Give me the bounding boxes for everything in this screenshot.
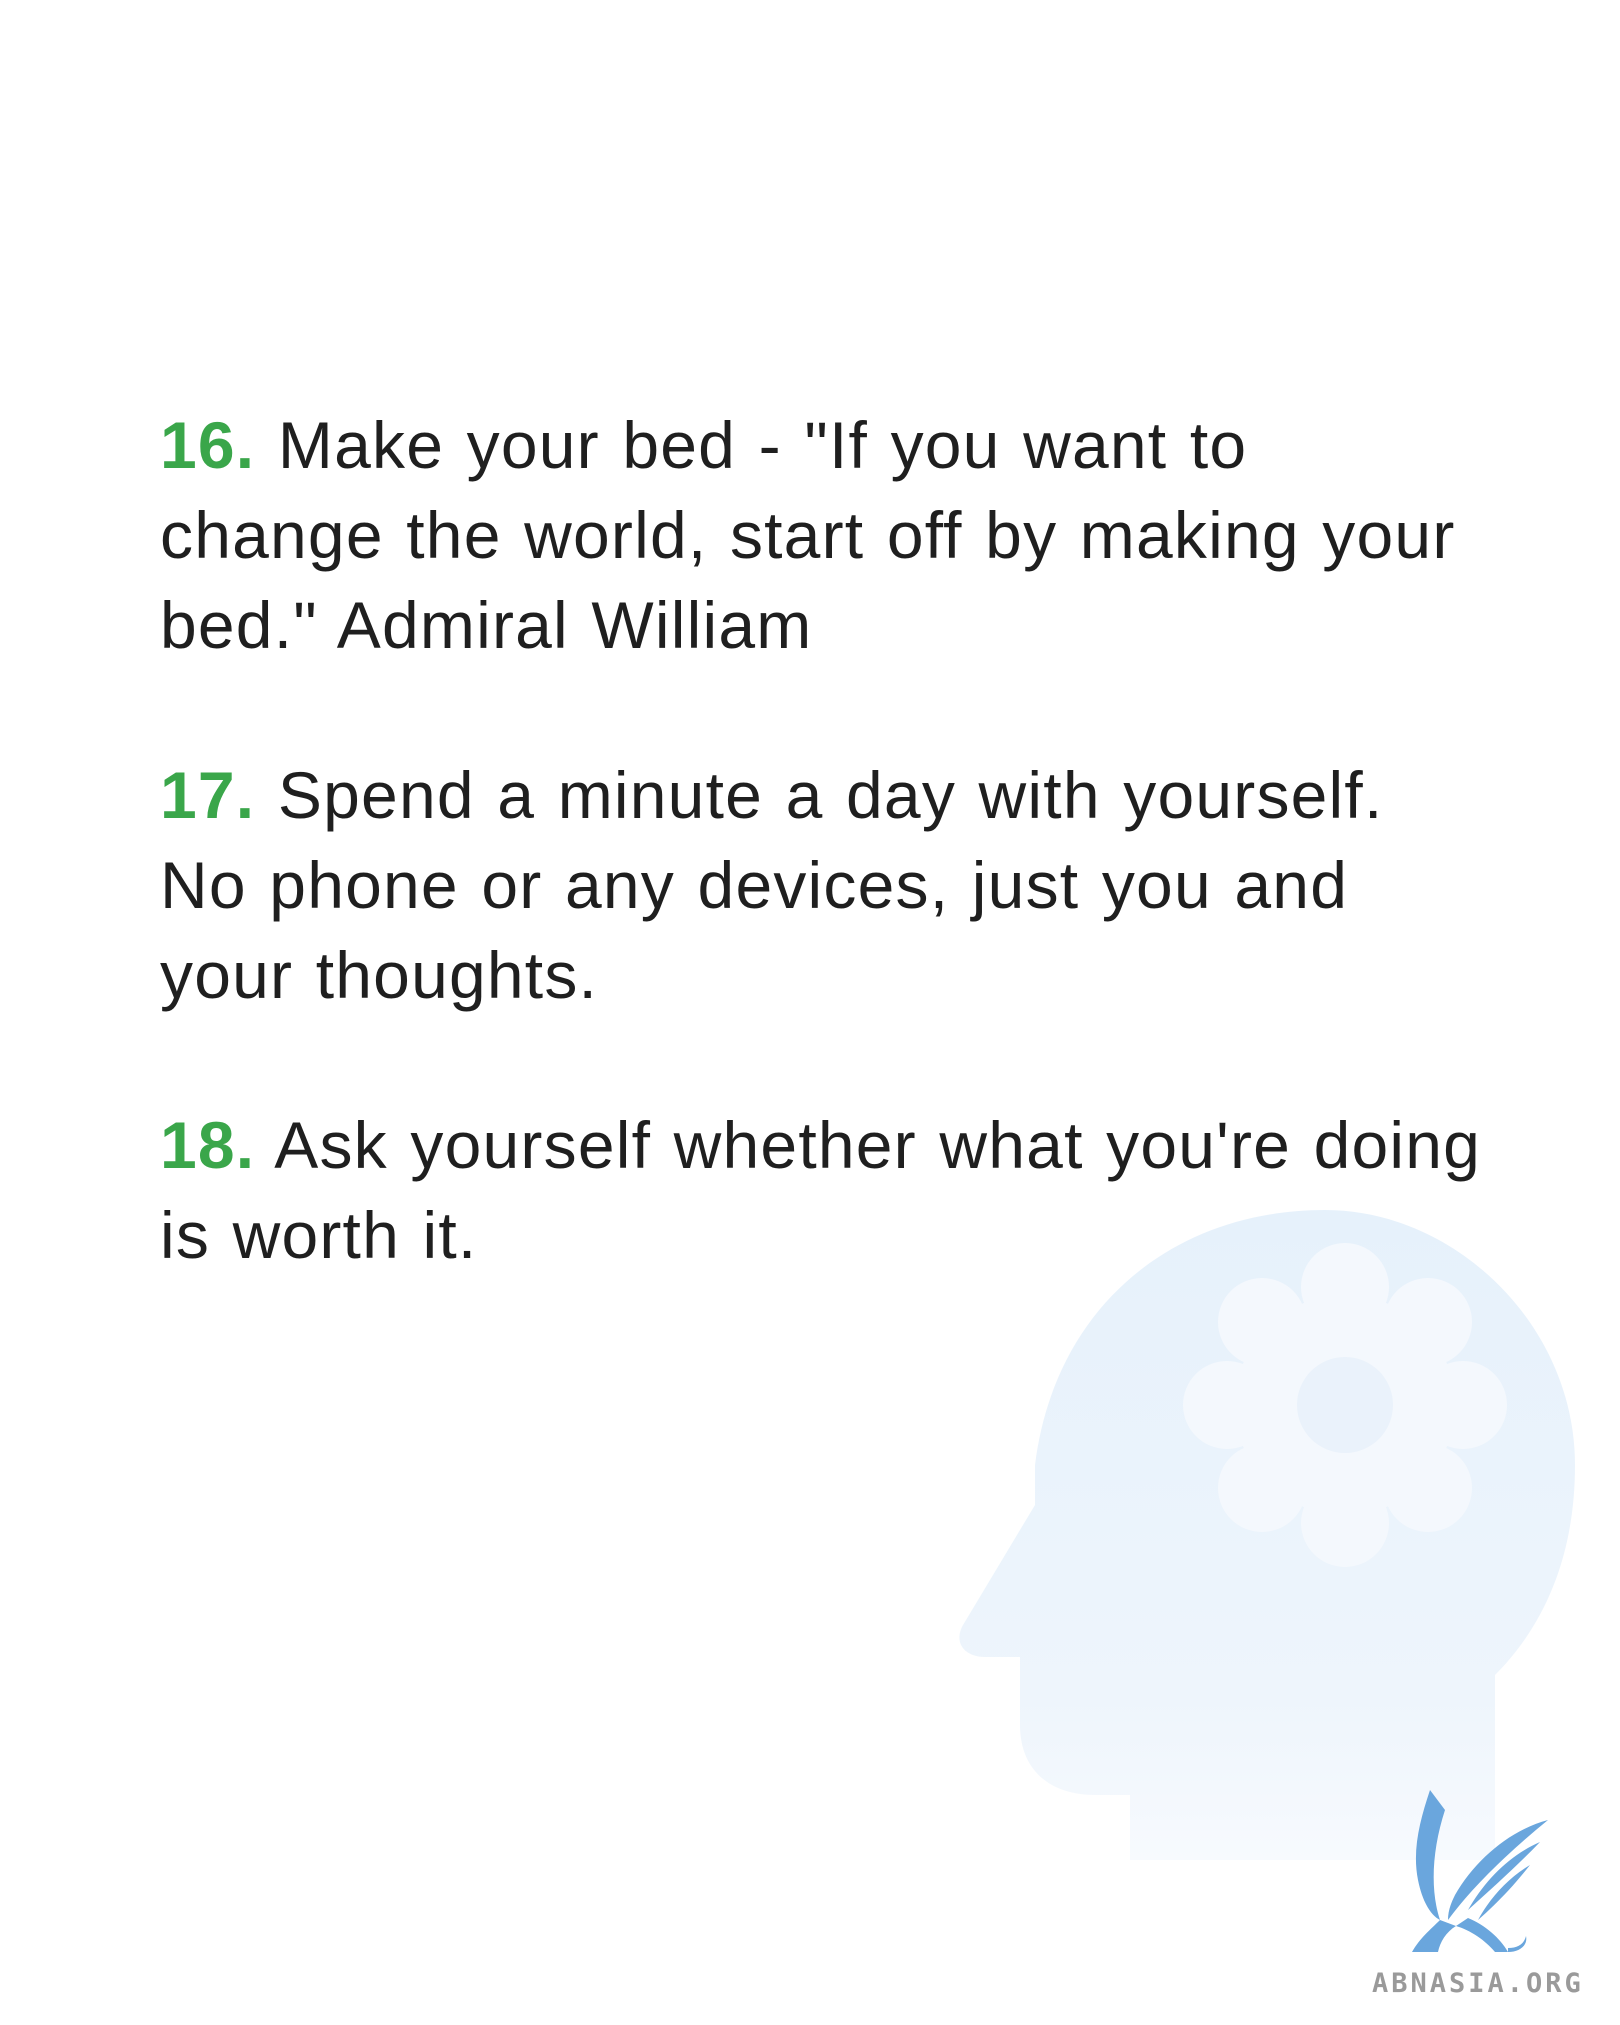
tip-number: 17. (160, 758, 256, 832)
tip-number: 16. (160, 408, 256, 482)
head-with-gear-icon (959, 1210, 1575, 1860)
watermark: ABNASIA.ORG (1372, 1780, 1592, 2000)
griffin-logo-icon (1412, 1790, 1548, 1952)
tip-18: 18. Ask yourself whether what you're doi… (160, 1100, 1490, 1280)
tip-number: 18. (160, 1108, 256, 1182)
tip-text: Make your bed - "If you want to change t… (160, 408, 1456, 662)
slide: 16. Make your bed - "If you want to chan… (0, 0, 1620, 2025)
tip-text: Spend a minute a day with yourself. No p… (160, 758, 1384, 1012)
watermark-text: ABNASIA.ORG (1372, 1968, 1584, 1999)
tip-text: Ask yourself whether what you're doing i… (160, 1108, 1482, 1272)
tip-16: 16. Make your bed - "If you want to chan… (160, 400, 1490, 670)
tip-17: 17. Spend a minute a day with yourself. … (160, 750, 1490, 1020)
